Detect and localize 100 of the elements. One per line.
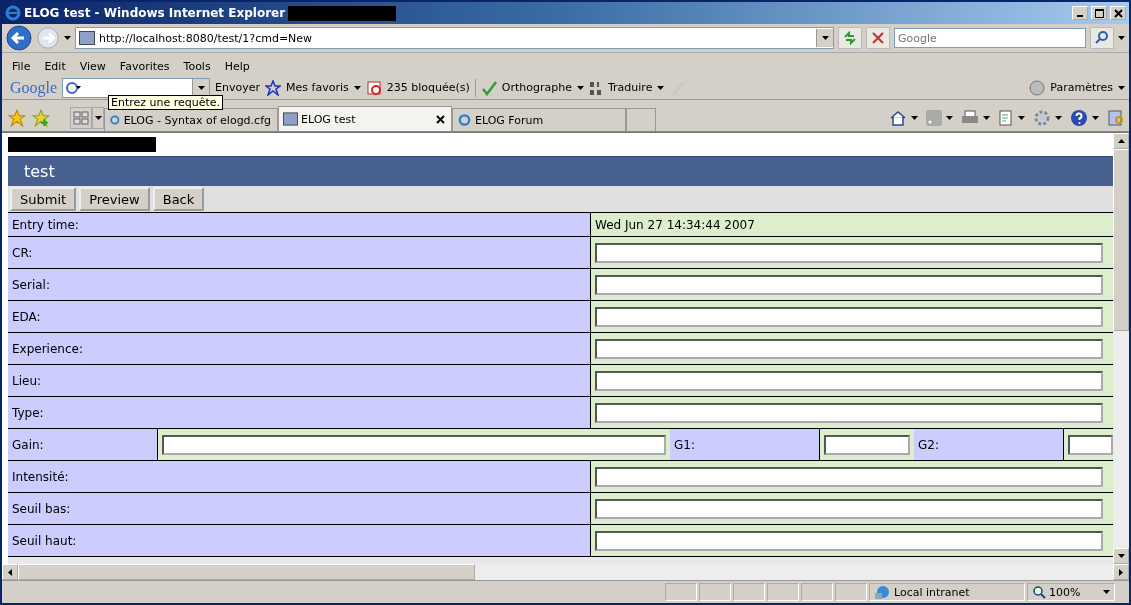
favorites-star-icon[interactable] xyxy=(8,108,26,127)
field-label: Type: xyxy=(8,397,591,428)
address-field[interactable]: http://localhost:8080/test/1?cmd=New xyxy=(75,27,834,49)
home-icon[interactable] xyxy=(889,109,907,126)
text-input[interactable] xyxy=(595,530,1103,551)
dropdown-icon[interactable] xyxy=(911,115,918,120)
browser-tab[interactable]: ELOG test xyxy=(278,106,452,131)
text-input[interactable] xyxy=(1068,434,1113,455)
dropdown-icon[interactable] xyxy=(657,85,665,90)
dropdown-icon[interactable] xyxy=(1118,36,1125,40)
field-label: Seuil bas: xyxy=(8,493,591,524)
translate-button[interactable]: Traduire xyxy=(608,81,653,94)
status-pane xyxy=(699,583,731,601)
field-label: Experience: xyxy=(8,333,591,364)
caret-icon xyxy=(1103,590,1110,594)
text-input[interactable] xyxy=(824,434,910,455)
vertical-scrollbar[interactable] xyxy=(1113,133,1129,564)
dropdown-icon[interactable] xyxy=(946,115,953,120)
google-icon xyxy=(63,80,82,95)
field-label: Intensité: xyxy=(8,461,591,492)
grid-icon xyxy=(73,110,89,125)
refresh-button[interactable] xyxy=(838,27,862,49)
maximize-icon xyxy=(1094,8,1104,18)
text-input[interactable] xyxy=(595,242,1103,263)
menu-item[interactable]: Favorites xyxy=(119,59,170,73)
status-pane xyxy=(801,583,833,601)
scroll-left-button[interactable] xyxy=(2,564,18,580)
close-icon[interactable] xyxy=(436,114,445,124)
dropdown-button[interactable] xyxy=(816,29,833,47)
popup-blocker-icon xyxy=(365,79,382,96)
text-input[interactable] xyxy=(595,466,1103,487)
text-input[interactable] xyxy=(595,274,1103,295)
field-label: Seuil haut: xyxy=(8,525,591,556)
dropdown-icon[interactable] xyxy=(353,85,361,90)
text-input[interactable] xyxy=(595,370,1103,391)
dropdown-icon[interactable] xyxy=(64,36,71,40)
text-input[interactable] xyxy=(595,402,1103,423)
menu-item[interactable]: File xyxy=(12,59,31,73)
browser-logo-icon xyxy=(457,113,472,127)
tab-list-button[interactable] xyxy=(92,106,104,129)
dropdown-icon[interactable] xyxy=(1055,115,1062,120)
dropdown-icon[interactable] xyxy=(577,85,584,90)
menu-item[interactable]: Help xyxy=(224,59,250,73)
field-label: Lieu: xyxy=(8,365,591,396)
url-text: http://localhost:8080/test/1?cmd=New xyxy=(99,31,313,45)
menu-item[interactable]: View xyxy=(79,59,106,73)
text-input[interactable] xyxy=(162,434,666,455)
browser-logo-icon xyxy=(109,113,121,127)
browser-tab[interactable]: ELOG Forum xyxy=(452,108,626,131)
caret-icon xyxy=(197,85,205,90)
form-button[interactable]: Back xyxy=(152,187,205,211)
text-input[interactable] xyxy=(595,306,1103,327)
text-input[interactable] xyxy=(595,338,1103,359)
scroll-right-button[interactable] xyxy=(1113,564,1129,580)
close-button[interactable] xyxy=(1110,6,1126,20)
minimize-button[interactable] xyxy=(1072,6,1088,20)
form-button[interactable]: Submit xyxy=(10,187,77,211)
favorites-button[interactable]: Mes favoris xyxy=(286,81,349,94)
blocked-count[interactable]: 235 bloquée(s) xyxy=(386,81,470,94)
dropdown-icon[interactable] xyxy=(983,115,990,120)
send-button[interactable]: Envoyer xyxy=(215,81,261,94)
star-icon[interactable] xyxy=(265,79,282,96)
maximize-button[interactable] xyxy=(1091,6,1107,20)
menu-item[interactable]: Tools xyxy=(183,59,211,73)
field-label: Serial: xyxy=(8,269,591,300)
page-icon xyxy=(79,31,95,45)
minimize-icon xyxy=(1077,15,1083,17)
close-icon xyxy=(1113,8,1123,18)
text-input[interactable] xyxy=(595,498,1103,519)
spellcheck-button[interactable]: Orthographe xyxy=(501,81,572,94)
caret-icon xyxy=(821,36,829,40)
zoom-control[interactable]: 100% xyxy=(1027,583,1115,601)
caret-icon xyxy=(1117,139,1125,143)
window-title: ELOG test - Windows Internet Explorer xyxy=(24,6,286,20)
dropdown-icon[interactable] xyxy=(1018,115,1025,120)
help-icon[interactable] xyxy=(1070,108,1088,127)
back-icon[interactable] xyxy=(6,25,32,51)
field-label: Entry time: xyxy=(8,213,591,236)
scroll-down-button[interactable] xyxy=(1113,548,1129,564)
stop-button[interactable] xyxy=(866,27,890,49)
caret-icon xyxy=(1119,568,1123,576)
toolbar-search-field[interactable] xyxy=(62,77,211,98)
search-icon xyxy=(1095,31,1109,45)
scroll-up-button[interactable] xyxy=(1113,133,1129,149)
dropdown-icon[interactable] xyxy=(1092,115,1099,120)
dropdown-button[interactable] xyxy=(192,78,210,97)
dropdown-icon[interactable] xyxy=(1118,85,1125,90)
field-value: Wed Jun 27 14:34:44 2007 xyxy=(591,213,1113,236)
caret-icon xyxy=(8,568,12,576)
checkmark-icon[interactable] xyxy=(480,79,497,96)
page-icon xyxy=(283,112,298,126)
horizontal-scrollbar[interactable] xyxy=(2,564,1129,580)
field-label: CR: xyxy=(8,237,591,268)
search-field[interactable]: Google xyxy=(894,28,1086,48)
search-button[interactable] xyxy=(1090,27,1114,49)
status-pane xyxy=(733,583,765,601)
browser-tab[interactable]: ELOG - Syntax of elogd.cfg xyxy=(104,108,278,131)
form-button[interactable]: Preview xyxy=(79,187,150,211)
menu-item[interactable]: Edit xyxy=(44,59,66,73)
settings-button[interactable]: Paramètres xyxy=(1050,81,1113,94)
